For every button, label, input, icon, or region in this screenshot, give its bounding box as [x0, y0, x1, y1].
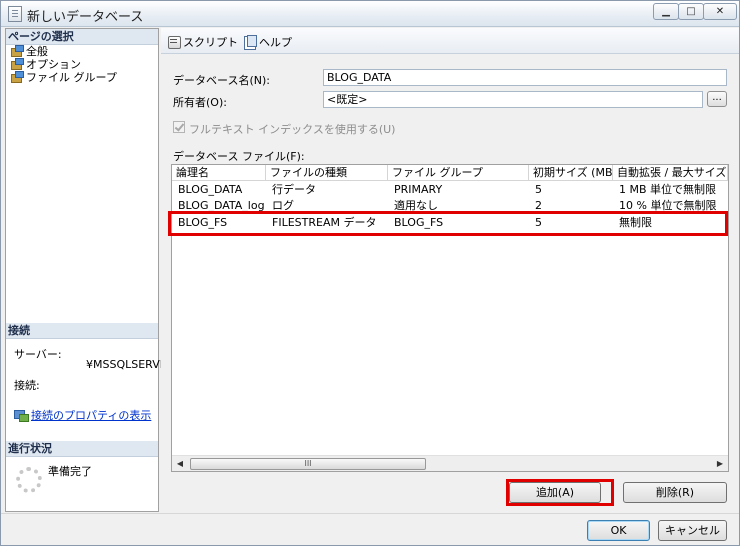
scroll-left-icon[interactable]: ◀	[172, 456, 188, 471]
script-icon	[167, 35, 181, 49]
table-row[interactable]: BLOG_DATA 行データ PRIMARY 5 1 MB 単位で無制限	[172, 182, 728, 198]
nav-item-label: ファイル グループ	[26, 71, 117, 84]
connection-properties-label: 接続のプロパティの表示	[31, 409, 152, 422]
cell-filegroup[interactable]: PRIMARY	[388, 182, 529, 198]
connection-properties-link[interactable]: 接続のプロパティの表示	[14, 407, 151, 423]
cell-autogrowth[interactable]: 1 MB 単位で無制限	[613, 182, 728, 198]
nav-item-options[interactable]: オプション	[10, 58, 81, 71]
ok-button[interactable]: OK	[587, 520, 650, 541]
nav-item-general[interactable]: 全般	[10, 45, 48, 58]
left-pane: ページの選択 全般 オプション ファイル グループ 接続 サーバー: ¥MSSQ…	[5, 28, 167, 512]
script-label: スクリプト	[183, 36, 238, 49]
column-header-autogrowth[interactable]: 自動拡張 / 最大サイズ	[613, 165, 728, 181]
owner-browse-button[interactable]: ...	[707, 91, 727, 107]
scroll-thumb[interactable]: III	[190, 458, 426, 470]
page-icon	[10, 45, 24, 57]
column-header-filegroup[interactable]: ファイル グループ	[388, 165, 529, 181]
db-name-input[interactable]: BLOG_DATA	[323, 69, 727, 86]
progress-header: 進行状況	[6, 441, 158, 457]
cell-filegroup[interactable]: 適用なし	[388, 198, 529, 214]
progress-status: 準備完了	[48, 465, 92, 478]
server-label: サーバー:	[14, 348, 62, 361]
minimize-button[interactable]: ▁	[653, 3, 679, 20]
table-row[interactable]: BLOG_DATA_log ログ 適用なし 2 10 % 単位で無制限	[172, 198, 728, 214]
dialog-footer: OK キャンセル	[1, 513, 739, 545]
fulltext-checkbox[interactable]	[173, 121, 185, 133]
progress-spinner-icon	[16, 467, 42, 493]
remove-button[interactable]: 削除(R)	[623, 482, 727, 503]
close-icon: ✕	[715, 6, 725, 17]
minimize-icon: ▁	[662, 6, 670, 17]
nav-item-filegroups[interactable]: ファイル グループ	[10, 71, 117, 84]
cell-logical-name[interactable]: BLOG_FS	[172, 215, 266, 231]
cell-logical-name[interactable]: BLOG_DATA_log	[172, 198, 266, 214]
db-files-label: データベース ファイル(F):	[173, 150, 305, 163]
cell-initial-size[interactable]: 5	[529, 215, 613, 231]
cell-file-type[interactable]: FILESTREAM データ	[266, 215, 388, 231]
connection-properties-icon	[14, 409, 29, 422]
maximize-icon: □	[686, 6, 696, 17]
help-label: ヘルプ	[259, 36, 292, 49]
add-button[interactable]: 追加(A)	[509, 482, 601, 503]
page-icon	[10, 58, 24, 70]
help-icon	[243, 35, 257, 50]
cell-logical-name[interactable]: BLOG_DATA	[172, 182, 266, 198]
column-header-file-type[interactable]: ファイルの種類	[266, 165, 388, 181]
nav-item-label: オプション	[26, 58, 81, 71]
general-page: データベース名(N): BLOG_DATA 所有者(O): <既定> ... フ…	[161, 55, 739, 512]
table-row[interactable]: BLOG_FS FILESTREAM データ BLOG_FS 5 無制限	[172, 215, 728, 231]
owner-label: 所有者(O):	[173, 96, 227, 109]
document-icon	[8, 6, 22, 22]
grid-header: 論理名 ファイルの種類 ファイル グループ 初期サイズ (MB) 自動拡張 / …	[172, 165, 728, 181]
page-select-header: ページの選択	[6, 29, 158, 45]
column-header-logical-name[interactable]: 論理名	[172, 165, 266, 181]
connection-header: 接続	[6, 323, 158, 339]
cell-file-type[interactable]: 行データ	[266, 182, 388, 198]
new-database-dialog: 新しいデータベース ▁ □ ✕ ページの選択 全般 オプション ファイル グルー…	[0, 0, 740, 546]
nav-item-label: 全般	[26, 45, 48, 58]
horizontal-scrollbar[interactable]: ◀ III ▶	[172, 455, 728, 471]
cancel-button[interactable]: キャンセル	[658, 520, 727, 541]
help-button[interactable]: ヘルプ	[243, 34, 292, 50]
maximize-button[interactable]: □	[678, 3, 704, 20]
cell-initial-size[interactable]: 2	[529, 198, 613, 214]
window-title: 新しいデータベース	[27, 10, 144, 25]
script-button[interactable]: スクリプト ▼	[167, 34, 252, 50]
toolbar: スクリプト ▼ ヘルプ	[161, 28, 739, 54]
cell-autogrowth[interactable]: 無制限	[613, 215, 728, 231]
cell-filegroup[interactable]: BLOG_FS	[388, 215, 529, 231]
database-files-grid[interactable]: 論理名 ファイルの種類 ファイル グループ 初期サイズ (MB) 自動拡張 / …	[171, 164, 729, 472]
cell-file-type[interactable]: ログ	[266, 198, 388, 214]
column-header-initial-size[interactable]: 初期サイズ (MB)	[529, 165, 613, 181]
close-button[interactable]: ✕	[703, 3, 737, 20]
cell-initial-size[interactable]: 5	[529, 182, 613, 198]
page-icon	[10, 71, 24, 83]
owner-input[interactable]: <既定>	[323, 91, 703, 108]
db-name-label: データベース名(N):	[173, 74, 270, 87]
connection-label: 接続:	[14, 379, 40, 392]
fulltext-label: フルテキスト インデックスを使用する(U)	[189, 123, 396, 136]
title-bar[interactable]: 新しいデータベース ▁ □ ✕	[1, 1, 739, 27]
scroll-right-icon[interactable]: ▶	[712, 456, 728, 471]
server-value: ¥MSSQLSERVE	[86, 358, 167, 371]
cell-autogrowth[interactable]: 10 % 単位で無制限	[613, 198, 728, 214]
